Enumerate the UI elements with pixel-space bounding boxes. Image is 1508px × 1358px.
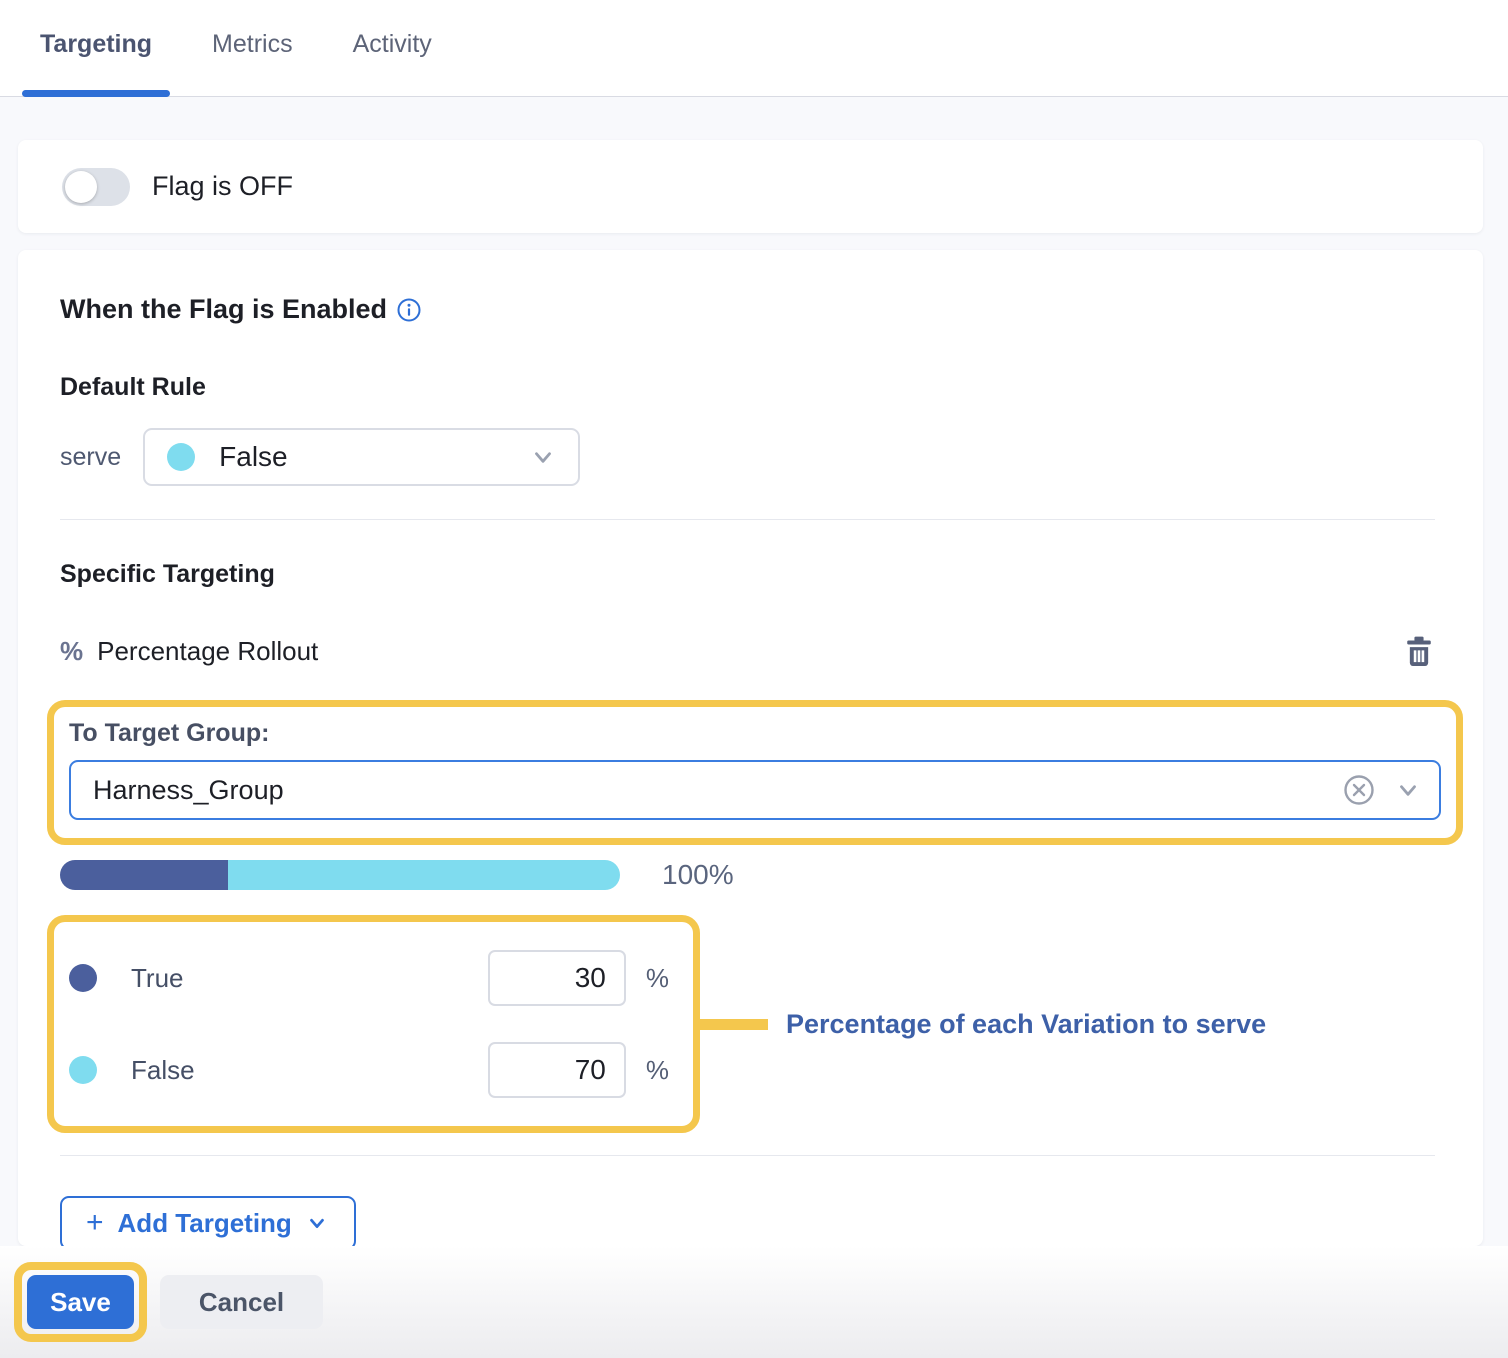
percentage-rollout-label: Percentage Rollout [97,636,1403,667]
flag-state-card: Flag is OFF [18,140,1483,233]
tab-activity-label: Activity [353,30,432,58]
variation-color-dot [69,964,97,992]
save-button[interactable]: Save [27,1275,134,1329]
enabled-section-title: When the Flag is Enabled [60,294,1435,325]
chevron-down-icon [306,1212,328,1234]
weight-distribution: 100% [60,859,1435,891]
add-targeting-button[interactable]: + Add Targeting [60,1196,356,1250]
tab-activity[interactable]: Activity [335,0,450,96]
variation-row-true: True % [54,932,693,1024]
cancel-button[interactable]: Cancel [160,1275,323,1329]
flag-toggle-knob [65,171,97,203]
variations-highlight: True % False % [47,915,700,1133]
variation-percent-input-false[interactable] [488,1042,626,1098]
variation-color-dot [167,443,195,471]
action-footer: Save Cancel [0,1246,1508,1358]
variation-color-dot [69,1056,97,1084]
variation-percent-input-true[interactable] [488,950,626,1006]
add-targeting-label: Add Targeting [118,1208,292,1239]
tab-metrics-label: Metrics [212,30,293,58]
variation-name: False [131,1055,488,1086]
tab-bar: Targeting Metrics Activity [0,0,1508,97]
percent-suffix: % [646,963,669,994]
default-variation-select[interactable]: False [143,428,580,486]
weight-bar [60,860,620,890]
weight-segment-true [60,860,228,890]
specific-targeting-heading: Specific Targeting [60,560,1435,589]
section-divider [60,519,1435,520]
default-rule-heading: Default Rule [60,373,1435,402]
section-divider [60,1155,1435,1156]
chevron-down-icon[interactable] [1395,777,1421,803]
clear-selection-icon[interactable] [1343,774,1375,806]
tab-targeting[interactable]: Targeting [22,0,170,96]
annotation-connector-line [700,1019,768,1030]
weight-total-label: 100% [662,859,734,891]
variation-name: True [131,963,488,994]
flag-toggle[interactable] [62,168,130,206]
variation-row-false: False % [54,1024,693,1116]
flag-state-label: Flag is OFF [152,171,293,202]
target-group-highlight: To Target Group: Harness_Group [47,700,1463,845]
target-group-label: To Target Group: [69,719,1441,748]
chevron-down-icon [530,444,556,470]
target-group-select[interactable]: Harness_Group [69,760,1441,820]
trash-icon[interactable] [1403,634,1435,668]
serve-label: serve [60,443,121,472]
save-highlight-ring: Save [14,1262,147,1342]
target-group-value: Harness_Group [93,775,1343,806]
percentage-icon: % [60,636,83,667]
annotation-text: Percentage of each Variation to serve [786,1009,1266,1040]
info-icon[interactable] [397,298,421,322]
tab-metrics[interactable]: Metrics [194,0,311,96]
plus-icon: + [86,1208,104,1238]
active-tab-underline [22,90,170,97]
weight-segment-false [228,860,620,890]
default-variation-value: False [219,441,530,473]
tab-targeting-label: Targeting [40,30,152,58]
targeting-card: When the Flag is Enabled Default Rule se… [18,250,1483,1246]
percent-suffix: % [646,1055,669,1086]
